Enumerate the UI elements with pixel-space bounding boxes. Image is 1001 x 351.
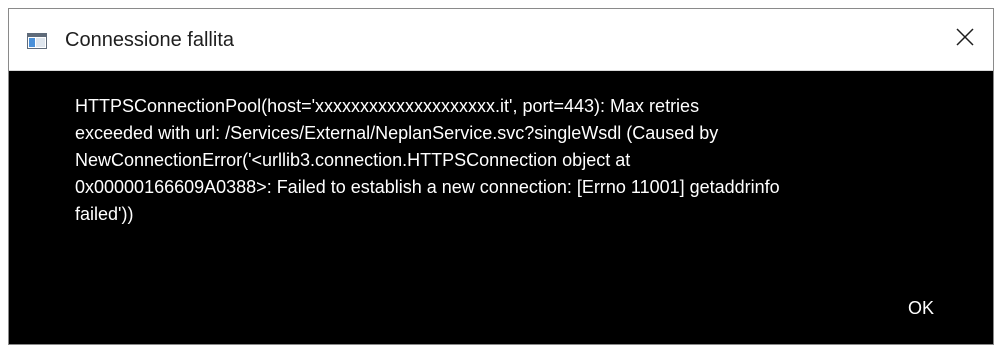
close-button[interactable]: [937, 9, 993, 70]
title-bar[interactable]: Connessione fallita: [9, 9, 993, 71]
error-message: HTTPSConnectionPool(host='xxxxxxxxxxxxxx…: [75, 96, 780, 224]
close-icon: [956, 28, 974, 51]
window-title: Connessione fallita: [65, 29, 234, 51]
app-window-icon: [27, 33, 47, 49]
error-dialog-window: Connessione fallita HTTPSConnectionPool(…: [8, 8, 994, 345]
ok-button[interactable]: OK: [881, 293, 961, 321]
